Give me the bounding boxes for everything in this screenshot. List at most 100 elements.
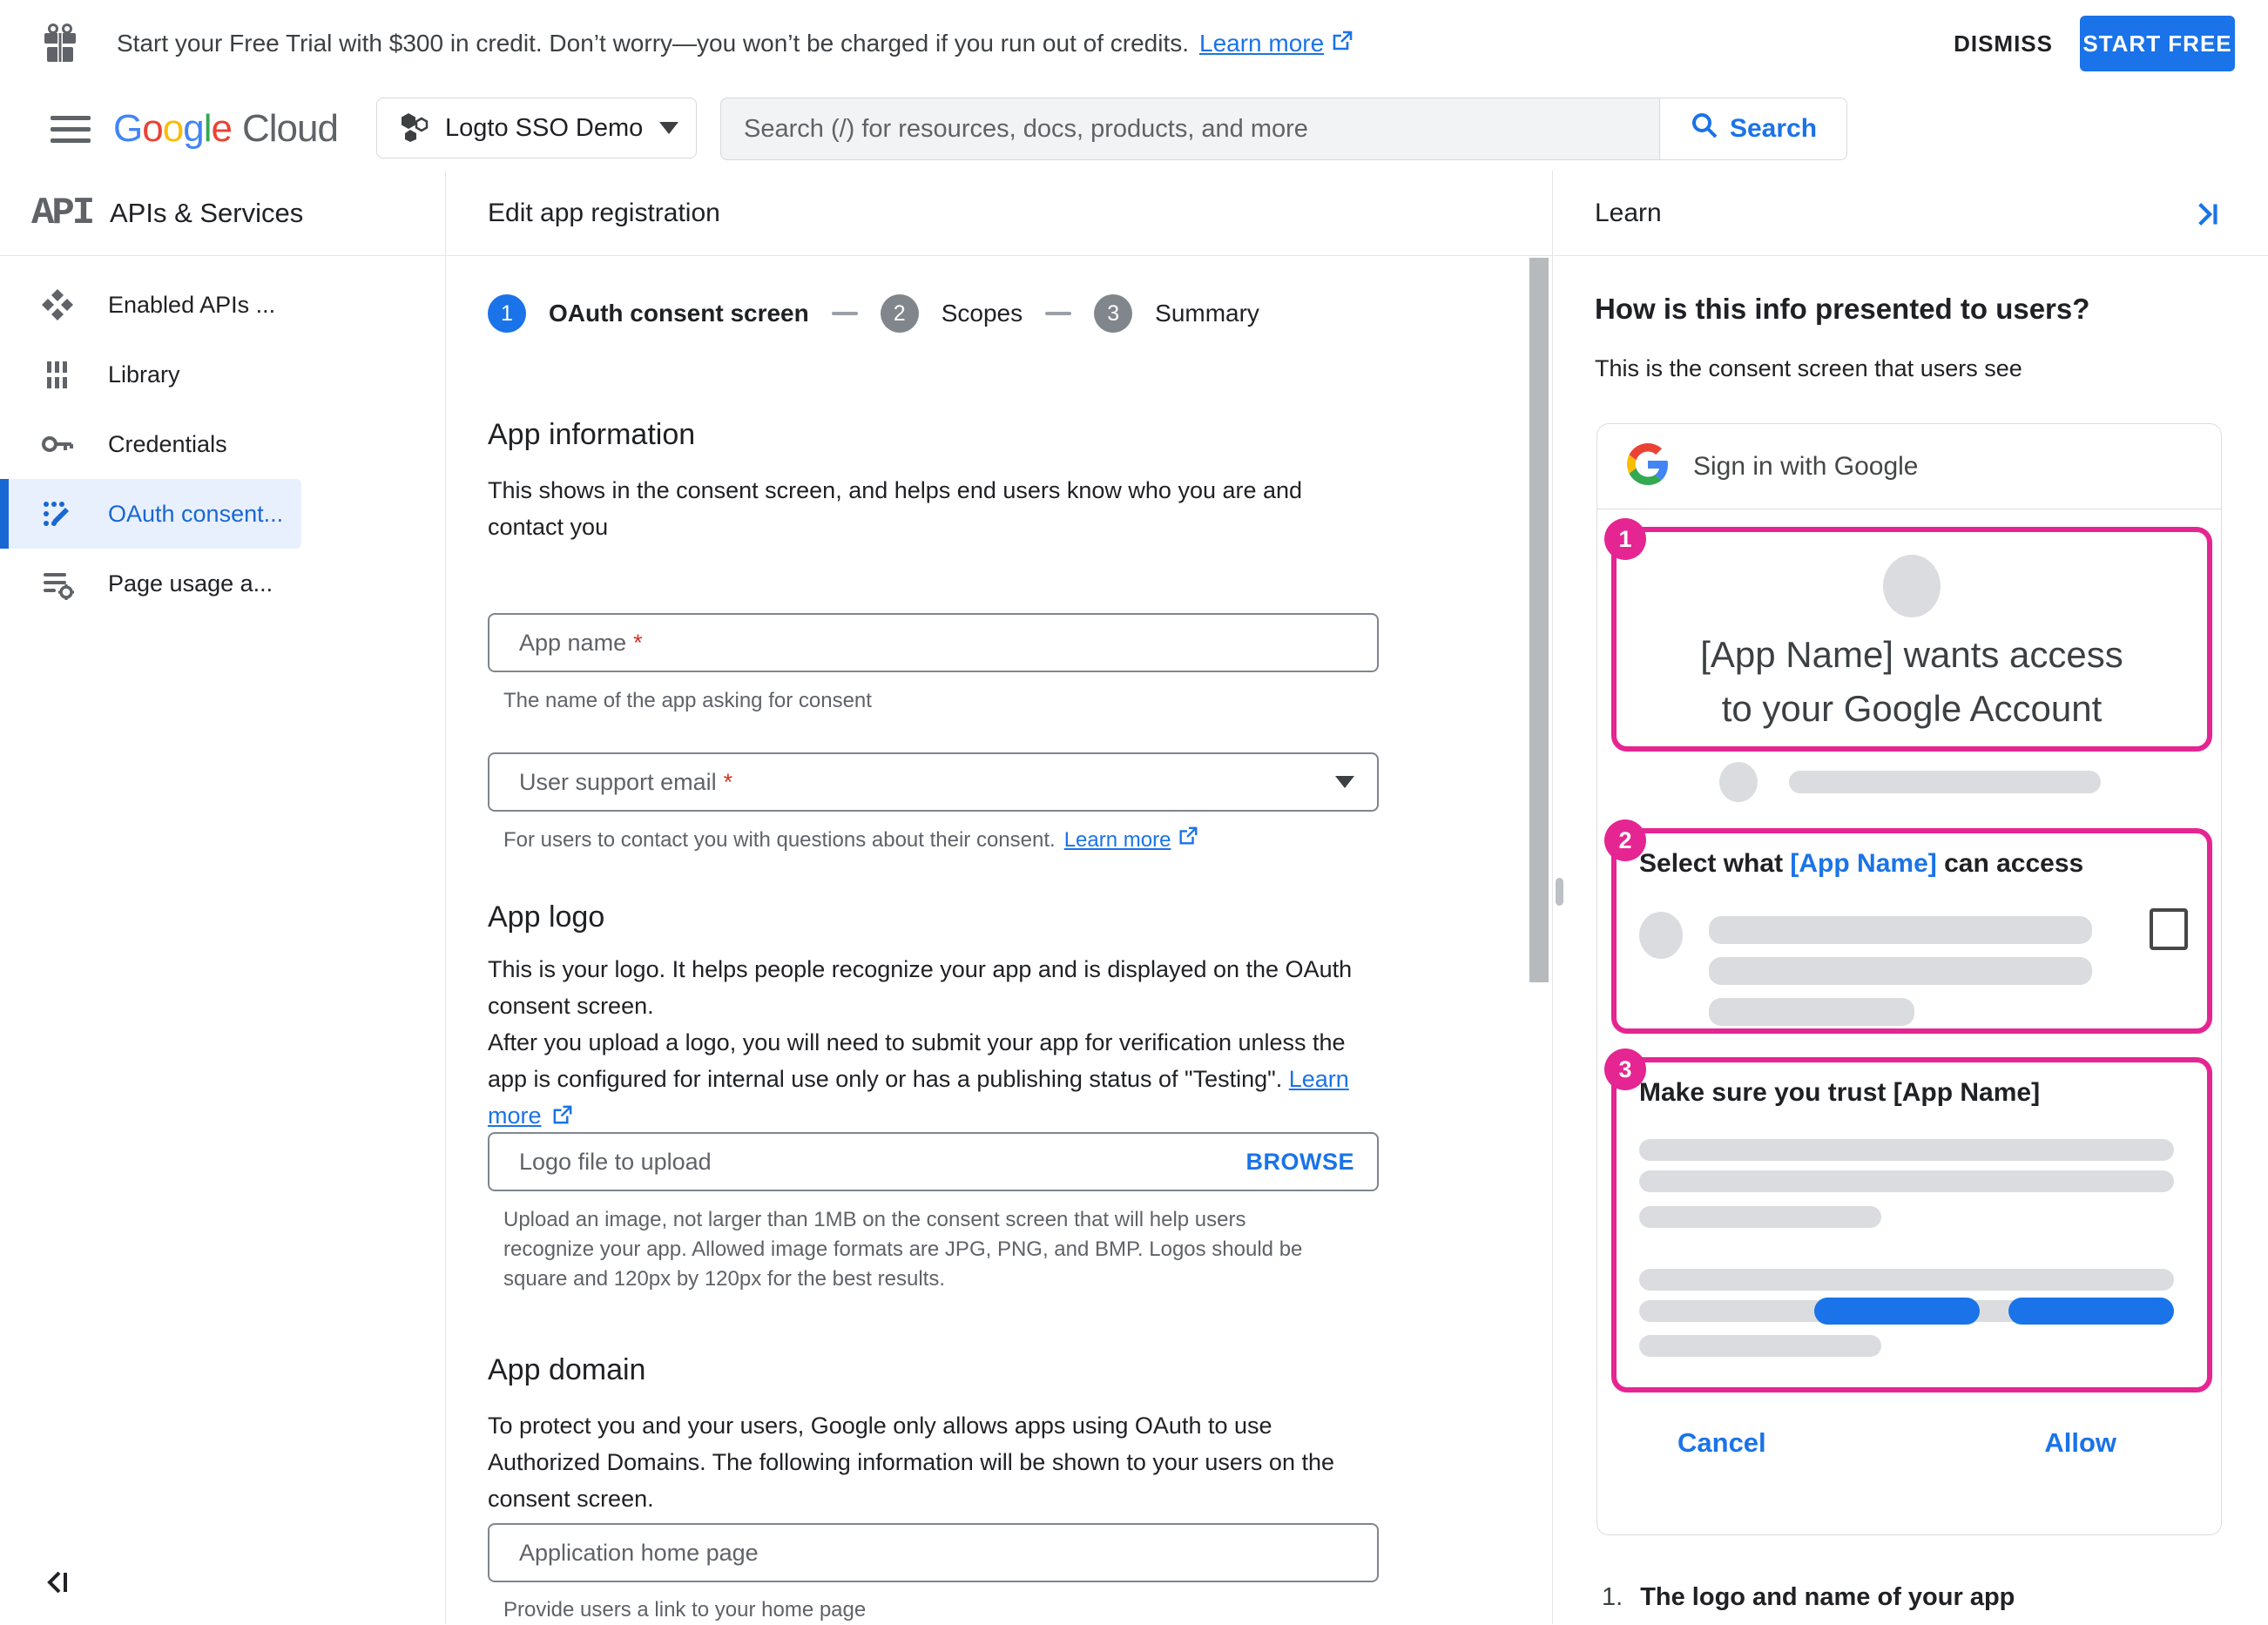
consent-card-header: Sign in with Google <box>1597 424 2221 509</box>
app-name-label: App name <box>519 629 627 656</box>
skeleton-bar <box>1709 916 2092 944</box>
app-information-heading: App information <box>488 418 696 451</box>
scopes-title-suffix: can access <box>1936 849 2084 878</box>
skeleton-scope-circle <box>1639 912 1683 959</box>
skeleton-bar <box>1639 1335 1881 1357</box>
external-link-icon <box>1331 30 1353 58</box>
search-input[interactable]: Search (/) for resources, docs, products… <box>721 98 1659 159</box>
application-home-page-field[interactable]: Application home page <box>488 1523 1379 1582</box>
banner-learn-more-link[interactable]: Learn more <box>1199 30 1324 57</box>
external-link-icon <box>1178 826 1198 855</box>
step-3-circle[interactable]: 3 <box>1094 294 1133 333</box>
main-scrollbar[interactable] <box>1529 258 1549 982</box>
skeleton-bar <box>1639 1170 2174 1192</box>
consent-screen-icon <box>38 496 77 531</box>
dismiss-button[interactable]: DISMISS <box>1954 0 2053 87</box>
required-asterisk: * <box>723 768 733 795</box>
consent-screen-preview: Sign in with Google 1 [App Name] wants a… <box>1596 423 2222 1535</box>
project-icon <box>398 111 429 146</box>
mock-cancel-button: Cancel <box>1677 1427 1766 1458</box>
annotation-box-2: 2 Select what [App Name] can access <box>1604 819 2212 1034</box>
skeleton-account-circle <box>1719 762 1758 802</box>
logo-letter: l <box>203 107 213 150</box>
key-icon <box>38 427 77 462</box>
project-name: Logto SSO Demo <box>445 113 644 142</box>
support-email-label: User support email <box>519 768 717 795</box>
annotation-box-1: 1 [App Name] wants access to your Google… <box>1604 518 2212 752</box>
collapse-panel-icon[interactable] <box>2187 195 2225 238</box>
library-icon <box>38 357 77 392</box>
sidebar-item-enabled-apis[interactable]: Enabled APIs ... <box>0 270 445 340</box>
sidebar-header: API APIs & Services <box>0 171 445 256</box>
learn-header: Learn <box>1553 171 2268 256</box>
scopes-title-appname: [App Name] <box>1790 849 1937 878</box>
api-logo: API <box>31 192 95 235</box>
step-1-circle[interactable]: 1 <box>488 294 526 333</box>
annotation-box-3: 3 Make sure you trust [App Name] <box>1604 1048 2212 1392</box>
skeleton-bar <box>1639 1269 2174 1291</box>
list-number: 1. <box>1602 1583 1623 1611</box>
skeleton-bar <box>1709 957 2092 985</box>
learn-title: Learn <box>1595 198 1662 227</box>
logo-letter: G <box>113 107 143 150</box>
skeleton-bar <box>1639 1206 1881 1228</box>
main-header: Edit app registration <box>446 171 1552 256</box>
start-free-button[interactable]: START FREE <box>2080 16 2235 71</box>
app-bar: Google Cloud Logto SSO Demo Search (/) f… <box>0 87 2268 243</box>
sign-in-with-google-label: Sign in with Google <box>1693 451 1919 481</box>
chevron-down-icon <box>1335 776 1354 788</box>
skeleton-account-bar <box>1789 771 2101 793</box>
logo-letter: e <box>211 107 233 150</box>
step-2-circle[interactable]: 2 <box>880 294 919 333</box>
logo-upload-label: Logo file to upload <box>519 1148 712 1175</box>
step-2-label[interactable]: Scopes <box>942 300 1023 327</box>
home-page-label: Application home page <box>519 1539 759 1566</box>
sidebar-item-page-usage[interactable]: Page usage a... <box>0 549 445 618</box>
product-name: APIs & Services <box>110 197 304 228</box>
sidebar-item-label: Page usage a... <box>108 570 273 597</box>
search-button-label: Search <box>1729 114 1818 143</box>
gift-icon <box>40 23 80 69</box>
learn-panel: Learn How is this info presented to user… <box>1552 171 2268 1624</box>
external-link-icon <box>551 1100 573 1136</box>
step-3-label[interactable]: Summary <box>1155 300 1259 327</box>
email-learn-more-link[interactable]: Learn more <box>1064 826 1171 855</box>
sidebar-item-library[interactable]: Library <box>0 340 445 409</box>
learn-scrollbar[interactable] <box>1556 878 1563 906</box>
page-usage-icon <box>38 566 77 601</box>
learn-list-item-1: 1. The logo and name of your app <box>1602 1583 2015 1612</box>
required-asterisk: * <box>633 629 643 656</box>
app-information-description: This shows in the consent screen, and he… <box>488 477 1303 540</box>
google-cloud-logo[interactable]: Google Cloud <box>113 87 339 171</box>
project-selector[interactable]: Logto SSO Demo <box>376 98 697 158</box>
sidebar-item-oauth-consent[interactable]: OAuth consent... <box>0 479 301 549</box>
home-page-helper: Provide users a link to your home page <box>503 1598 867 1622</box>
logo-letter: o <box>162 107 185 150</box>
app-name-field[interactable]: App name * <box>488 613 1379 672</box>
browse-button[interactable]: BROWSE <box>1246 1149 1355 1176</box>
collapse-sidebar-icon[interactable] <box>40 1564 77 1605</box>
app-logo-description-2: After you upload a logo, you will need t… <box>488 1024 1385 1136</box>
logo-upload-field[interactable]: Logo file to upload BROWSE <box>488 1132 1379 1191</box>
step-1-label[interactable]: OAuth consent screen <box>549 300 809 327</box>
mock-allow-button: Allow <box>2044 1427 2116 1458</box>
annotation-badge-3: 3 <box>1604 1048 1646 1090</box>
logo-cloud-text: Cloud <box>241 107 339 150</box>
menu-icon[interactable] <box>51 116 91 143</box>
list-text: The logo and name of your app <box>1640 1583 2015 1611</box>
checkbox-placeholder <box>2150 908 2188 950</box>
app-domain-description: To protect you and your users, Google on… <box>488 1413 1334 1512</box>
sidebar-item-label: Enabled APIs ... <box>108 291 276 318</box>
logo-letter: o <box>142 107 164 150</box>
logo-letter: g <box>183 107 205 150</box>
app-domain-heading: App domain <box>488 1353 646 1386</box>
annotation-badge-2: 2 <box>1604 819 1646 861</box>
user-support-email-select[interactable]: User support email * <box>488 752 1379 812</box>
free-trial-banner: Start your Free Trial with $300 in credi… <box>0 0 2268 88</box>
scopes-title: Select what [App Name] can access <box>1639 849 2207 879</box>
skeleton-blue-button <box>2008 1298 2174 1325</box>
sidebar-item-credentials[interactable]: Credentials <box>0 409 445 479</box>
search-button[interactable]: Search <box>1659 98 1846 159</box>
consent-title-text: [App Name] wants access to your Google A… <box>1617 628 2207 736</box>
chevron-down-icon <box>659 122 678 134</box>
